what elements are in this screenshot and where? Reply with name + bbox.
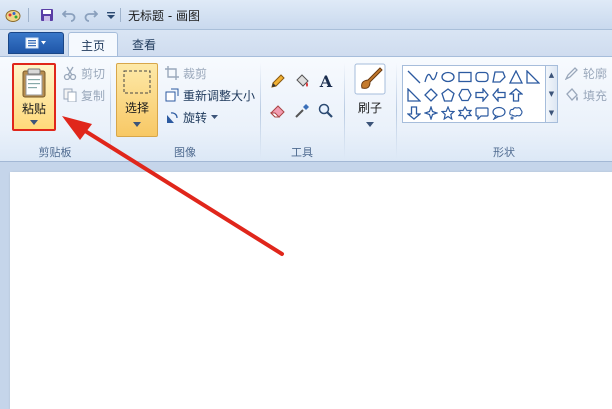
annotation-arrow xyxy=(62,116,284,256)
